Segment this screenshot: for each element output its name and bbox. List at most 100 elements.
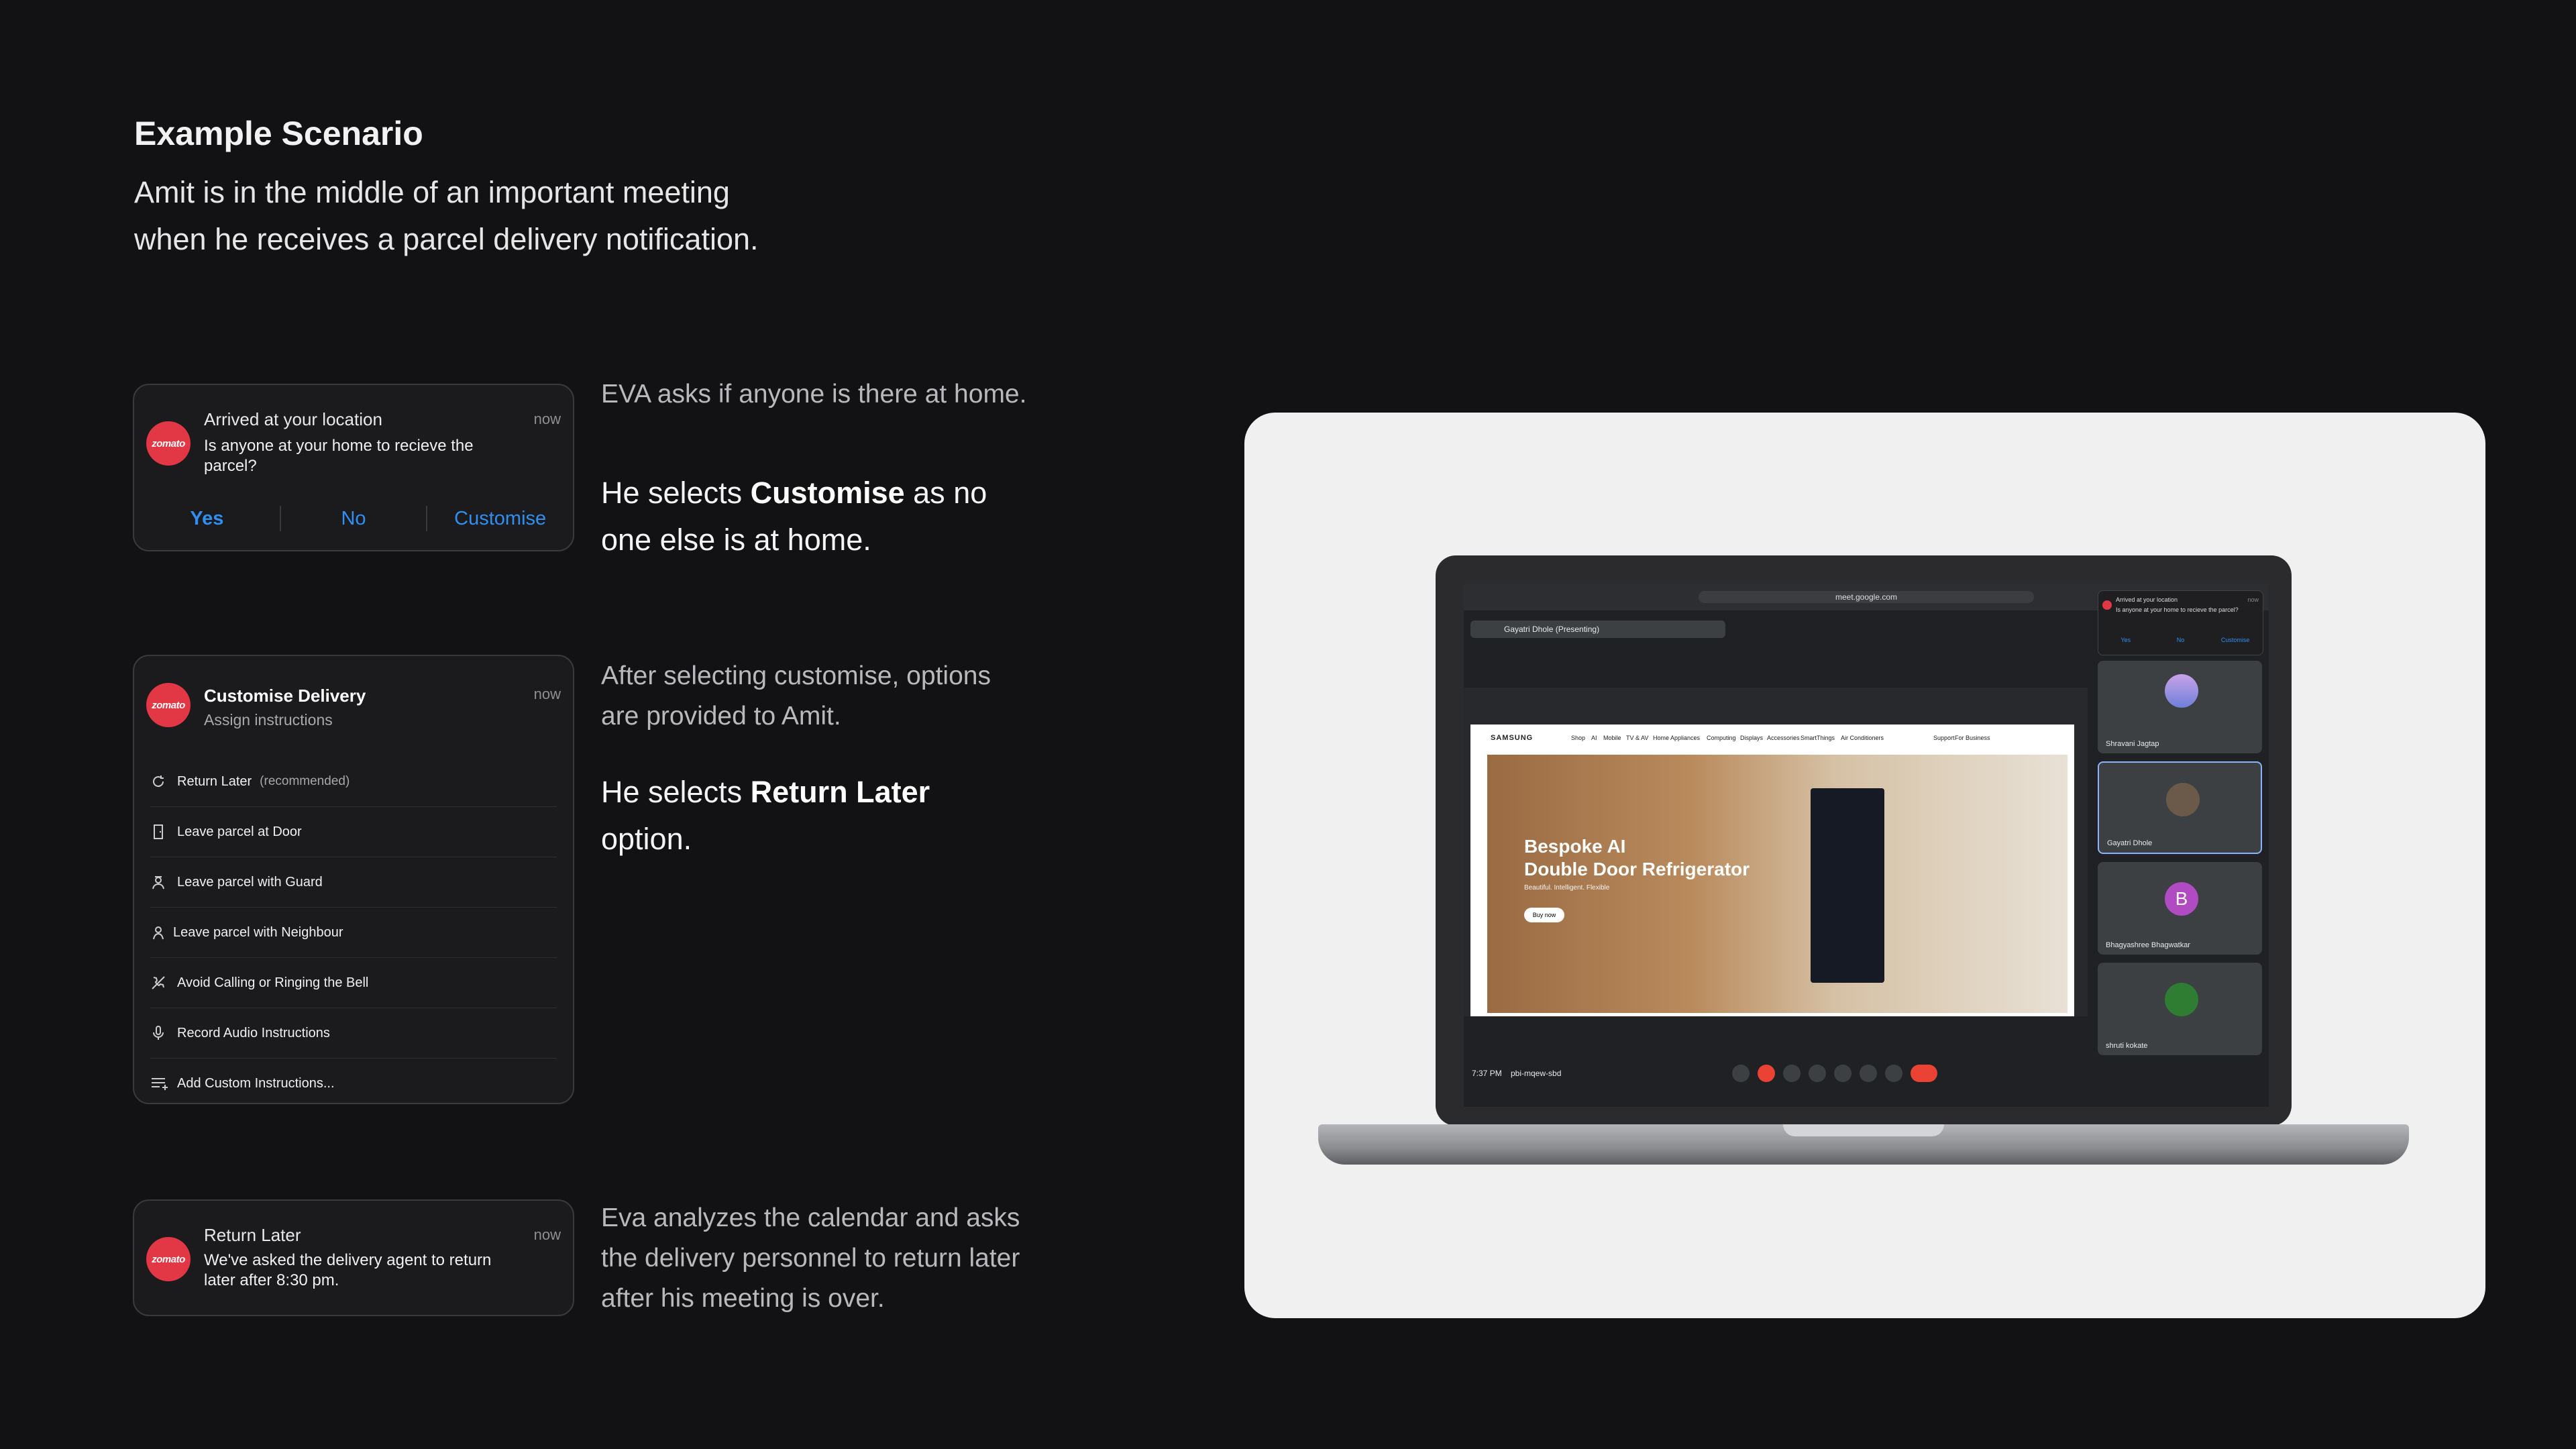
- option-label: Leave parcel with Neighbour: [173, 924, 343, 940]
- guard-icon: [150, 874, 177, 890]
- selected-option: Return Later: [750, 775, 930, 809]
- participant-tile[interactable]: B Bhagyashree Bhagwatkar: [2098, 862, 2262, 955]
- nav-item[interactable]: Air Conditioners: [1841, 735, 1884, 741]
- address-bar[interactable]: meet.google.com: [1699, 591, 2034, 603]
- participant-tile[interactable]: Gayatri Dhole: [2098, 761, 2262, 854]
- zomato-logo: [2102, 600, 2112, 610]
- site-brand: SAMSUNG: [1491, 734, 1534, 742]
- raise-hand-icon[interactable]: [1860, 1065, 1877, 1082]
- more-options-icon[interactable]: [1885, 1065, 1902, 1082]
- mini-notif-time: now: [2247, 596, 2259, 603]
- refresh-icon: [150, 773, 177, 790]
- participant-tile[interactable]: Shravani Jagtap: [2098, 661, 2262, 753]
- neighbour-icon: [150, 924, 173, 941]
- mic-icon[interactable]: [1732, 1065, 1750, 1082]
- nav-item[interactable]: AI: [1591, 735, 1597, 741]
- hero-title: Bespoke AI Double Door Refrigerator: [1524, 835, 1750, 881]
- hero-title-line: Bespoke AI: [1524, 836, 1626, 857]
- option-avoid-calling[interactable]: Avoid Calling or Ringing the Bell: [150, 958, 557, 1008]
- text-line: are provided to Amit.: [601, 702, 841, 731]
- options-list: Return Later (recommended) Leave parcel …: [150, 757, 557, 1108]
- nav-item[interactable]: For Business: [1955, 735, 1990, 741]
- emoji-icon[interactable]: [1809, 1065, 1826, 1082]
- avatar: B: [2165, 882, 2198, 916]
- notification-title: Arrived at your location: [204, 409, 382, 429]
- mini-notif-body: Is anyone at your home to recieve the pa…: [2116, 606, 2239, 613]
- participant-tile[interactable]: shruti kokate: [2098, 963, 2262, 1055]
- notification-actions: Yes No Customise: [134, 506, 573, 531]
- step2-selection: He selects Return Later option.: [601, 769, 977, 863]
- option-note: (recommended): [260, 774, 350, 788]
- option-leave-with-neighbour[interactable]: Leave parcel with Neighbour: [150, 908, 557, 958]
- notification-arrived[interactable]: zomato Arrived at your location Is anyon…: [133, 384, 574, 551]
- notification-return-later[interactable]: zomato Return Later We've asked the deli…: [133, 1199, 574, 1316]
- selected-option: Customise: [750, 476, 905, 510]
- text: He selects: [601, 775, 751, 809]
- no-call-icon: [150, 975, 177, 991]
- present-icon[interactable]: [1834, 1065, 1851, 1082]
- refrigerator-image: [1811, 788, 1884, 983]
- option-add-custom[interactable]: Add Custom Instructions...: [150, 1059, 557, 1108]
- option-label: Leave parcel with Guard: [177, 874, 323, 890]
- notification-body: Is anyone at your home to recieve the pa…: [204, 437, 474, 475]
- hero-subtitle: Beautiful. Intelligent. Flexible: [1524, 884, 1610, 892]
- end-call-icon[interactable]: [1911, 1065, 1937, 1082]
- participant-name: Bhagyashree Bhagwatkar: [2106, 941, 2190, 949]
- customise-button[interactable]: Customise: [2208, 637, 2263, 643]
- site-nav: SAMSUNG Shop AI Mobile TV & AV Home Appl…: [1470, 724, 2074, 751]
- buy-now-button[interactable]: Buy now: [1524, 908, 1564, 922]
- customise-delivery-card: zomato Customise Delivery Assign instruc…: [133, 655, 574, 1104]
- meeting-code: pbi-mqew-sbd: [1511, 1069, 1562, 1078]
- yes-button[interactable]: Yes: [2098, 637, 2153, 643]
- camera-off-icon[interactable]: [1758, 1065, 1775, 1082]
- laptop-screen: meet.google.com Gayatri Dhole (Presentin…: [1464, 584, 2269, 1107]
- card-subtitle: Assign instructions: [204, 711, 333, 729]
- option-leave-with-guard[interactable]: Leave parcel with Guard: [150, 857, 557, 908]
- nav-item[interactable]: Home Appliances: [1653, 735, 1700, 741]
- yes-button[interactable]: Yes: [134, 508, 280, 530]
- step3-description: Eva analyzes the calendar and asks the d…: [601, 1198, 1020, 1319]
- option-label: Leave parcel at Door: [177, 824, 302, 839]
- step2-description: After selecting customise, options are p…: [601, 656, 991, 737]
- option-label: Return Later: [177, 773, 252, 789]
- text-line: the delivery personnel to return later: [601, 1244, 1020, 1273]
- subtitle-line: when he receives a parcel delivery notif…: [134, 222, 759, 256]
- avatar: [2166, 783, 2200, 816]
- no-button[interactable]: No: [2153, 637, 2208, 643]
- zomato-logo: zomato: [146, 1237, 191, 1281]
- nav-item[interactable]: Mobile: [1603, 735, 1621, 741]
- no-button[interactable]: No: [281, 508, 427, 530]
- presenting-banner: Gayatri Dhole (Presenting): [1470, 621, 1725, 638]
- notification-time: now: [533, 411, 561, 427]
- option-label: Add Custom Instructions...: [177, 1075, 335, 1091]
- notification-time: now: [533, 1226, 561, 1243]
- scenario-subtitle: Amit is in the middle of an important me…: [134, 169, 872, 263]
- add-list-icon: [150, 1075, 177, 1091]
- laptop-notch: [1783, 1124, 1944, 1136]
- nav-item[interactable]: Support: [1933, 735, 1955, 741]
- nav-item[interactable]: Accessories: [1767, 735, 1800, 741]
- captions-icon[interactable]: [1783, 1065, 1801, 1082]
- hero-banner: Bespoke AI Double Door Refrigerator Beau…: [1487, 755, 2068, 1013]
- step1-description: EVA asks if anyone is there at home.: [601, 380, 1027, 409]
- mini-notification[interactable]: Arrived at your location Is anyone at yo…: [2098, 590, 2263, 655]
- mini-notif-actions: Yes No Customise: [2098, 637, 2263, 643]
- door-icon: [150, 824, 177, 840]
- nav-item[interactable]: TV & AV: [1626, 735, 1648, 741]
- mic-icon: [150, 1025, 177, 1041]
- option-leave-at-door[interactable]: Leave parcel at Door: [150, 807, 557, 857]
- nav-item[interactable]: Shop: [1571, 735, 1585, 741]
- option-label: Record Audio Instructions: [177, 1025, 330, 1040]
- customise-button[interactable]: Customise: [427, 508, 573, 530]
- text: He selects: [601, 476, 751, 510]
- nav-item[interactable]: Displays: [1740, 735, 1763, 741]
- option-return-later[interactable]: Return Later (recommended): [150, 757, 557, 807]
- text-line: Eva analyzes the calendar and asks: [601, 1203, 1020, 1232]
- avatar: [2165, 674, 2198, 708]
- card-time: now: [533, 686, 561, 702]
- nav-item[interactable]: Computing: [1707, 735, 1736, 741]
- option-record-audio[interactable]: Record Audio Instructions: [150, 1008, 557, 1059]
- zomato-logo: zomato: [146, 421, 191, 466]
- nav-item[interactable]: SmartThings: [1801, 735, 1835, 741]
- notification-body: We've asked the delivery agent to return…: [204, 1251, 492, 1289]
